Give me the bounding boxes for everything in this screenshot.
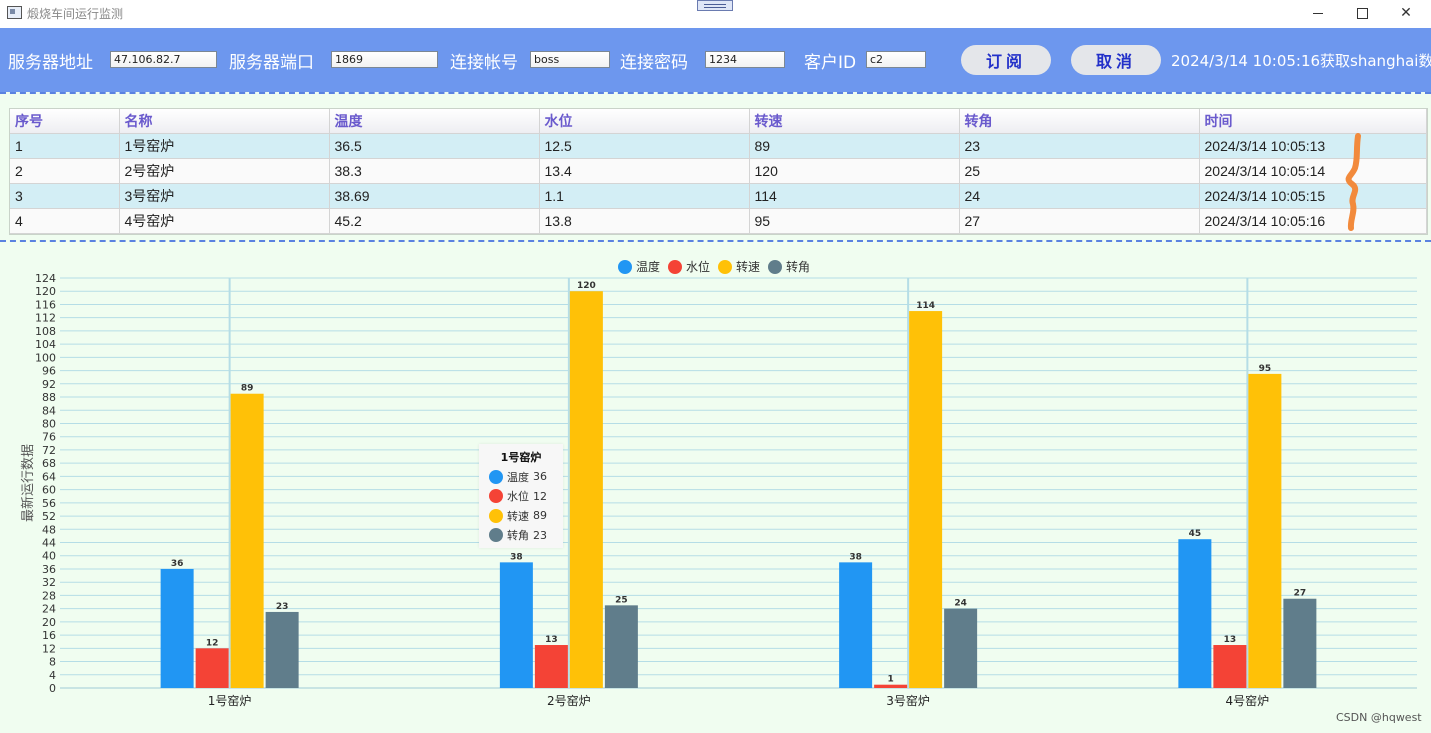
y-tick-label: 60 [42,484,56,497]
bar-chart: 0481216202428323640444852566064687276808… [20,272,1417,708]
y-tick-label: 48 [42,523,56,536]
data-label: 38 [510,552,523,562]
tooltip-value: 89 [533,509,547,523]
data-label: 95 [1259,364,1272,374]
data-label: 25 [615,595,628,605]
y-tick-label: 124 [35,272,56,285]
bar-温度 [160,568,194,688]
y-tick-label: 100 [35,351,56,364]
tooltip-value: 23 [533,528,547,542]
tooltip-label: 转角 [507,529,529,543]
y-tick-label: 28 [42,589,56,602]
bar-转角 [265,611,299,688]
data-label: 24 [954,599,967,609]
bar-温度 [1178,539,1212,688]
x-tick-label: 2号窑炉 [547,693,591,708]
x-tick-label: 4号窑炉 [1226,693,1270,708]
data-label: 45 [1189,529,1202,539]
bar-温度 [499,562,533,688]
y-tick-label: 20 [42,616,56,629]
data-label: 27 [1294,589,1307,599]
tooltip-dot-icon [489,489,503,504]
bar-水位 [195,648,229,688]
bar-水位 [874,684,908,688]
tooltip-label: 转速 [507,509,529,523]
tooltip-dot-icon [489,528,503,543]
y-tick-label: 0 [49,682,56,695]
bar-转速 [569,291,603,688]
y-tick-label: 12 [42,642,56,655]
bar-水位 [534,645,568,688]
y-tick-label: 92 [42,378,56,391]
tooltip-dot-icon [489,469,503,484]
tooltip-row: 转速 89 [479,506,563,526]
data-label: 13 [1224,635,1237,645]
data-label: 114 [916,301,935,311]
tooltip-value: 12 [533,489,547,503]
chart-tooltip: 1号窑炉 温度 36 水位 12 转速 89 转角 23 [479,444,563,548]
watermark: CSDN @hqwest [1336,711,1422,724]
y-tick-label: 88 [42,391,56,404]
y-tick-label: 24 [42,603,56,616]
bar-转角 [1283,598,1317,688]
y-tick-label: 84 [42,404,56,417]
y-tick-label: 116 [35,298,56,311]
bar-转速 [909,311,943,688]
tooltip-row: 温度 36 [479,467,563,487]
bar-转速 [230,393,264,688]
y-tick-label: 36 [42,563,56,576]
y-tick-label: 8 [49,656,56,669]
tooltip-row: 转角 23 [479,526,563,546]
bar-转速 [1248,373,1282,688]
y-tick-label: 64 [42,470,56,483]
data-label: 89 [241,384,254,394]
tooltip-label: 温度 [507,470,529,484]
y-tick-label: 32 [42,576,56,589]
y-tick-label: 120 [35,285,56,298]
y-tick-label: 4 [49,669,56,682]
tooltip-label: 水位 [507,490,529,504]
data-label: 120 [577,281,596,291]
y-tick-label: 112 [35,312,56,325]
y-tick-label: 76 [42,431,56,444]
y-tick-label: 108 [35,325,56,338]
y-axis-title: 最新运行数据 [20,444,36,522]
bar-温度 [839,562,873,688]
tooltip-row: 水位 12 [479,487,563,507]
tooltip-dot-icon [489,508,503,523]
data-label: 23 [276,602,289,612]
y-tick-label: 52 [42,510,56,523]
y-tick-label: 96 [42,365,56,378]
data-label: 1 [887,675,893,685]
bar-转角 [944,608,978,688]
y-tick-label: 56 [42,497,56,510]
y-tick-label: 68 [42,457,56,470]
data-label: 38 [849,552,862,562]
y-tick-label: 104 [35,338,56,351]
data-label: 13 [545,635,558,645]
y-tick-label: 72 [42,444,56,457]
bar-水位 [1213,645,1247,688]
tooltip-value: 36 [533,470,547,484]
data-label: 36 [171,559,184,569]
tooltip-title: 1号窑炉 [500,451,542,464]
x-tick-label: 3号窑炉 [886,693,930,708]
y-tick-label: 80 [42,417,56,430]
y-tick-label: 44 [42,537,56,550]
y-tick-label: 16 [42,629,56,642]
x-tick-label: 1号窑炉 [208,693,252,708]
data-label: 12 [206,638,219,648]
bar-转角 [604,605,638,688]
y-tick-label: 40 [42,550,56,563]
